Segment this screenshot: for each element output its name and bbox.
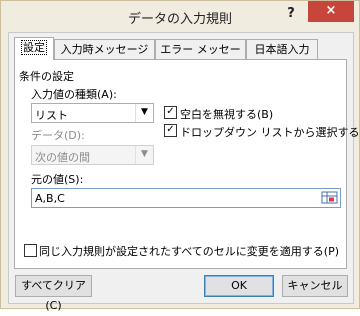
dialog-window: データの入力規則 ? × 設定 入力時メッセージ エラー メッセージ 日本語入力…: [0, 0, 360, 312]
help-button[interactable]: ?: [276, 4, 306, 26]
tab-ime-label: 日本語入力: [254, 43, 310, 56]
tab-input-message[interactable]: 入力時メッセージ: [54, 39, 155, 59]
settings-panel: 条件の設定 入力値の種類(A): リスト ▼ データ(D): 次の値の間 ▼ ✓…: [14, 59, 360, 269]
range-select-icon[interactable]: [321, 190, 339, 206]
in-cell-dropdown-label: ドロップダウン リストから選択する(I): [180, 126, 360, 139]
data-label: データ(D):: [31, 129, 85, 142]
in-cell-dropdown-checkbox[interactable]: ✓: [164, 124, 177, 137]
tab-error-message[interactable]: エラー メッセージ: [155, 39, 246, 75]
data-select-value: 次の値の間: [35, 151, 90, 164]
source-input-value: A,B,C: [35, 192, 65, 205]
close-button[interactable]: ×: [308, 1, 354, 22]
title-bar: データの入力規則 ? ×: [1, 1, 359, 33]
data-select[interactable]: 次の値の間 ▼: [31, 145, 154, 165]
chevron-down-icon: ▼: [135, 146, 153, 164]
tab-settings[interactable]: 設定: [14, 37, 54, 60]
ignore-blank-label: 空白を無視する(B): [180, 108, 274, 121]
clear-all-button[interactable]: すべてクリア(C): [15, 275, 92, 312]
apply-all-label: 同じ入力規則が設定されたすべてのセルに変更を適用する(P): [39, 245, 340, 258]
section-title: 条件の設定: [19, 70, 74, 83]
ignore-blank-checkbox[interactable]: ✓: [164, 106, 177, 119]
tab-ime[interactable]: 日本語入力: [246, 39, 318, 59]
cancel-button[interactable]: キャンセル: [282, 275, 348, 297]
allow-label: 入力値の種類(A):: [31, 88, 117, 101]
ok-button[interactable]: OK: [204, 275, 274, 297]
apply-all-checkbox[interactable]: [24, 244, 37, 257]
allow-select-value: リスト: [35, 109, 68, 122]
source-label: 元の値(S):: [31, 173, 84, 186]
dialog-body: 設定 入力時メッセージ エラー メッセージ 日本語入力 条件の設定 入力値の種類…: [8, 32, 360, 312]
tab-input-message-label: 入力時メッセージ: [60, 43, 149, 56]
source-input[interactable]: A,B,C: [31, 188, 341, 208]
tab-settings-label: 設定: [21, 40, 47, 55]
allow-select[interactable]: リスト ▼: [31, 103, 154, 123]
chevron-down-icon: ▼: [135, 104, 153, 122]
